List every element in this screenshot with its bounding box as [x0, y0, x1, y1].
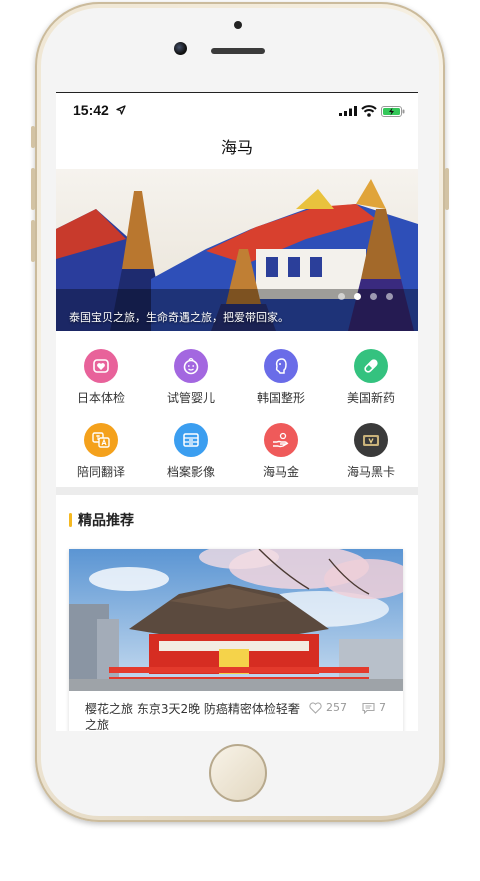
banner-image: [56, 169, 418, 331]
service-label: 海马金: [262, 465, 299, 479]
front-camera: [174, 42, 187, 55]
service-grid: 日本体检 试管婴儿 韩国整形 美国新药 陪同翻译 档案影像 海马金 海马黑卡: [56, 331, 418, 487]
featured-card[interactable]: 樱花之旅 东京3天2晚 防癌精密体检轻奢之旅 257 7: [69, 549, 403, 731]
card-image: [69, 549, 403, 691]
status-time: 15:42: [73, 102, 109, 118]
wifi-icon: [361, 105, 377, 117]
service-item-us-medicine[interactable]: 美国新药: [326, 349, 416, 406]
service-item-haima-gold[interactable]: 海马金: [236, 423, 326, 480]
carousel-dot-active[interactable]: [354, 293, 361, 300]
service-item-translator[interactable]: 陪同翻译: [56, 423, 146, 480]
coin-hand-icon: [264, 423, 298, 457]
service-item-ivf[interactable]: 试管婴儿: [146, 349, 236, 406]
card-title: 樱花之旅 东京3天2晚 防癌精密体检轻奢之旅: [85, 702, 300, 731]
likes-counter[interactable]: 257: [309, 701, 347, 714]
comments-count: 7: [379, 701, 386, 714]
featured-section-header: 精品推荐: [56, 495, 418, 543]
service-label: 美国新药: [346, 391, 395, 405]
app-screen: 15:42 海马 泰国宝贝之旅，生命奇遇之旅，把爱带回家。 日本体检 试管婴儿 …: [56, 92, 418, 731]
home-button[interactable]: [209, 744, 267, 802]
likes-count: 257: [326, 701, 347, 714]
service-label: 试管婴儿: [166, 391, 215, 405]
service-item-japan-checkup[interactable]: 日本体检: [56, 349, 146, 406]
earpiece-speaker: [211, 48, 265, 54]
service-item-archive[interactable]: 档案影像: [146, 423, 236, 480]
battery-charging-icon: [381, 106, 405, 117]
section-title: 精品推荐: [78, 513, 134, 529]
pill-icon: [354, 349, 388, 383]
section-accent-bar: [69, 513, 72, 527]
baby-face-icon: [174, 349, 208, 383]
service-label: 韩国整形: [256, 391, 305, 405]
page-title: 海马: [220, 138, 253, 157]
comment-icon: [362, 702, 375, 714]
cellular-signal-icon: [339, 106, 357, 116]
proximity-sensor: [234, 21, 242, 29]
carousel-dot[interactable]: [386, 293, 393, 300]
translate-icon: [84, 423, 118, 457]
heart-check-icon: [84, 349, 118, 383]
location-arrow-icon: [116, 105, 126, 115]
archive-box-icon: [174, 423, 208, 457]
power-button: [445, 168, 449, 210]
service-label: 日本体检: [76, 391, 125, 405]
service-item-korea-plastic[interactable]: 韩国整形: [236, 349, 326, 406]
service-label: 海马黑卡: [346, 465, 395, 479]
volume-down-button: [31, 220, 35, 262]
service-item-black-card[interactable]: 海马黑卡: [326, 423, 416, 480]
comments-counter[interactable]: 7: [362, 701, 386, 714]
carousel-indicators: [338, 293, 393, 300]
status-bar: 15:42: [56, 93, 418, 127]
black-card-icon: [354, 423, 388, 457]
carousel-dot[interactable]: [338, 293, 345, 300]
banner-caption: 泰国宝贝之旅，生命奇遇之旅，把爱带回家。: [69, 311, 289, 324]
volume-up-button: [31, 168, 35, 210]
service-label: 档案影像: [166, 465, 215, 479]
mute-switch: [31, 126, 35, 148]
face-profile-icon: [264, 349, 298, 383]
banner-carousel[interactable]: 泰国宝贝之旅，生命奇遇之旅，把爱带回家。: [56, 169, 418, 331]
service-label: 陪同翻译: [76, 465, 125, 479]
carousel-dot[interactable]: [370, 293, 377, 300]
section-divider: [56, 487, 418, 495]
heart-icon: [309, 701, 322, 714]
